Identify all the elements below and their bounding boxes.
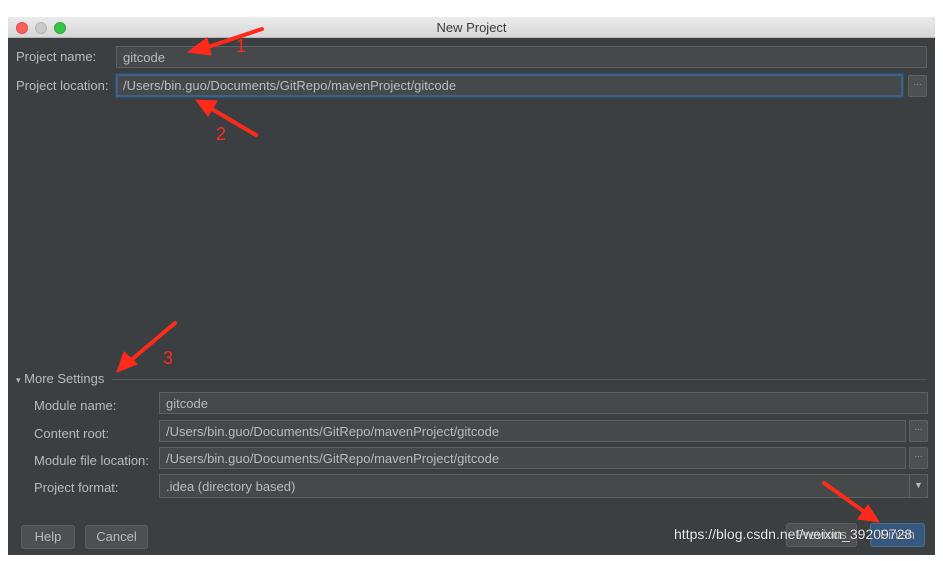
annotation-arrows — [116, 27, 881, 523]
annotation-arrow-3 — [128, 321, 177, 363]
watermark-url: https://blog.csdn.net/weixin_39209728 — [674, 526, 913, 542]
annotation-arrow-1-head — [186, 37, 212, 56]
annotation-arrow-3-head — [116, 351, 138, 373]
annotation-arrow-1 — [203, 27, 264, 50]
annotation-arrow-finish — [822, 481, 868, 515]
annotation-arrow-2 — [208, 106, 258, 137]
